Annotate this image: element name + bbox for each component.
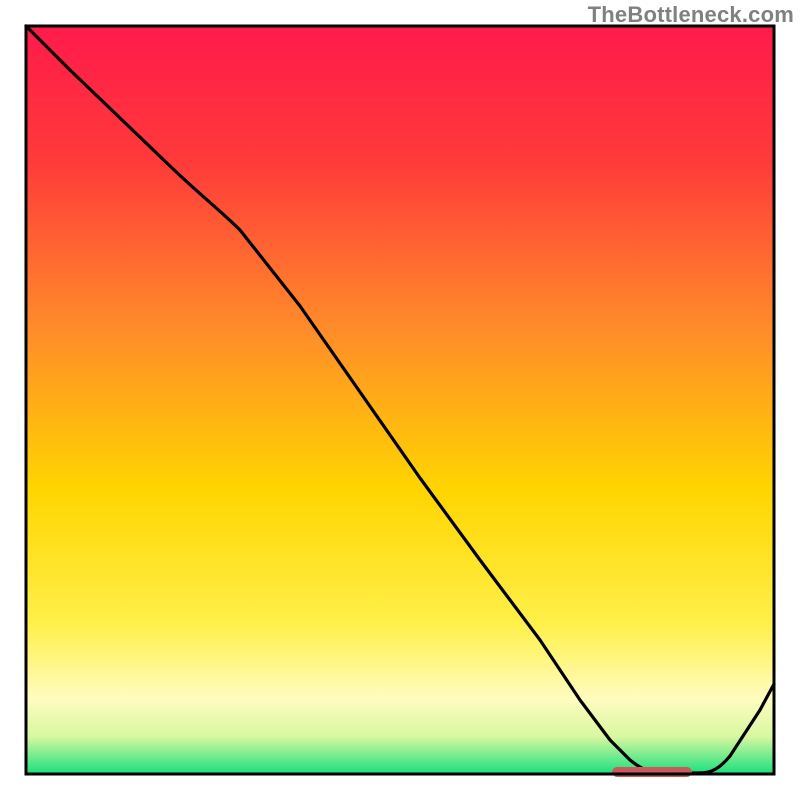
chart-container: { "watermark": "TheBottleneck.com", "col… [0,0,800,800]
plot-background [26,26,774,774]
watermark-text: TheBottleneck.com [588,2,794,28]
chart-svg [0,0,800,800]
